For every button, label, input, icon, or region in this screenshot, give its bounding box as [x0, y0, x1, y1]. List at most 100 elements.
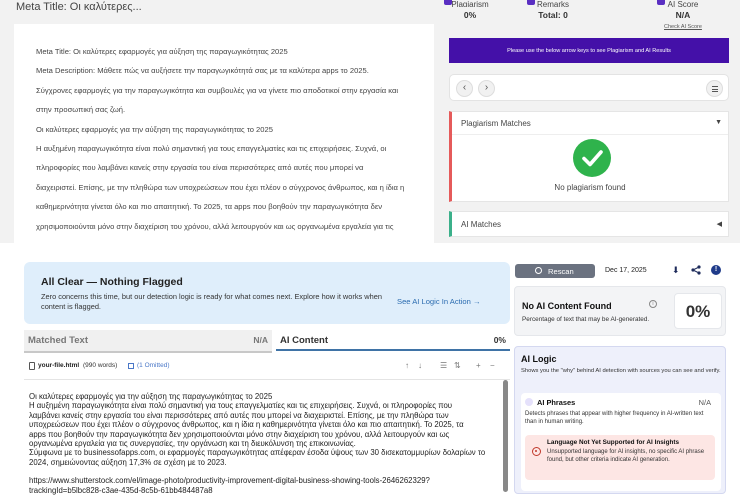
- plagiarism-matches-panel[interactable]: Plagiarism Matches ▼ No plagiarism found: [449, 111, 729, 202]
- tab-ai-content-value: 0%: [493, 335, 506, 345]
- file-icon: [29, 362, 35, 370]
- zoom-out-icon[interactable]: −: [490, 361, 495, 370]
- editor-line: Οι καλύτερες εφαρμογές για την αύξηση τη…: [36, 124, 273, 134]
- screenshot-separator: [0, 243, 740, 255]
- remarks-label: Remarks: [536, 0, 569, 7]
- ai-logic-description: Shows you the "why" behind AI detection …: [521, 368, 721, 374]
- see-ai-logic-link[interactable]: See AI Logic In Action →: [397, 297, 481, 306]
- tab-matched-text-label: Matched Text: [28, 335, 89, 346]
- result-navigation-bar: ‹ ›: [449, 74, 729, 101]
- file-header: your-file.html (990 words) (1 Omitted) ↑…: [24, 360, 510, 376]
- refresh-icon: [535, 267, 542, 274]
- doc-line: λαμβάνει κανείς στην εργασία του είναι π…: [29, 410, 449, 420]
- result-tabs: Matched Text N/A AI Content 0%: [24, 330, 510, 351]
- menu-icon[interactable]: [706, 80, 723, 97]
- editor-line: Σύγχρονες εφαρμογές για την παραγωγικότη…: [36, 85, 399, 95]
- plagiarism-matches-heading: Plagiarism Matches: [461, 119, 531, 128]
- all-clear-title: All Clear — Nothing Flagged: [41, 276, 183, 288]
- scan-date: Dec 17, 2025: [605, 267, 647, 274]
- doc-link-line: https://www.shutterstock.com/el/image-ph…: [29, 476, 430, 486]
- download-icon[interactable]: ⬇: [672, 265, 680, 276]
- ai-phrases-value: N/A: [698, 398, 711, 407]
- sparkle-icon: [525, 398, 533, 406]
- ai-report-sidebar: Rescan Dec 17, 2025 ⬇ ! No AI Content Fo…: [511, 255, 740, 500]
- plagiarism-stat: Plagiarism 0%: [430, 0, 510, 20]
- ai-percentage: 0%: [674, 293, 722, 329]
- arrow-down-icon[interactable]: ↓: [418, 361, 422, 370]
- word-count: (990 words): [83, 362, 118, 369]
- ai-logic-card: AI Logic Shows you the "why" behind AI d…: [514, 346, 726, 494]
- scanned-document-text: Οι καλύτερες εφαρμογές για την αύξηση τη…: [24, 380, 504, 500]
- ai-logic-title: AI Logic: [521, 354, 557, 364]
- all-clear-banner: All Clear — Nothing Flagged Zero concern…: [24, 262, 510, 324]
- no-ai-content-description: Percentage of text that may be AI-genera…: [522, 316, 650, 323]
- ai-phrases-description: Detects phrases that appear with higher …: [525, 411, 704, 425]
- rescan-button[interactable]: Rescan: [515, 264, 595, 278]
- ai-score-value: N/A: [675, 10, 691, 20]
- caret-down-icon[interactable]: ▼: [715, 119, 722, 126]
- doc-line: Σύμφωνα με το businessofapps.com, οι εφα…: [29, 448, 486, 458]
- doc-line: υποχρεώσεων που έχει πλέον ο σύγχρονος ά…: [29, 420, 464, 430]
- ai-phrases-card[interactable]: AI Phrases N/A Detects phrases that appe…: [521, 393, 721, 491]
- instruction-banner: Please use the below arrow keys to see P…: [449, 38, 729, 63]
- warning-icon: [532, 447, 541, 456]
- no-ai-content-title: No AI Content Found: [522, 301, 612, 311]
- doc-line: apps που βοηθούν την παραγωγικότητα δεν …: [29, 429, 450, 439]
- prev-arrow-button[interactable]: ‹: [456, 80, 473, 97]
- doc-line: Οι καλύτερες εφαρμογές για την αύξηση τη…: [29, 392, 273, 401]
- omitted-icon: [128, 363, 134, 369]
- ai-matches-panel[interactable]: AI Matches ◀: [449, 211, 729, 237]
- meta-title-header: Meta Title: Οι καλύτερες...: [16, 1, 142, 13]
- remarks-stat: Remarks Total: 0: [513, 0, 593, 20]
- no-ai-content-card: No AI Content Found i Percentage of text…: [514, 286, 726, 336]
- list-icon[interactable]: ☰: [440, 361, 447, 370]
- all-clear-description: Zero concerns this time, but our detecti…: [41, 292, 382, 311]
- doc-line: 2024, σημειώνοντας αύξηση 17,3% σε σχέση…: [29, 457, 227, 467]
- editor-line: Meta Description: Μάθετε πώς να αυξήσετε…: [36, 66, 369, 76]
- remarks-value: Total: 0: [538, 10, 568, 20]
- info-icon[interactable]: i: [649, 300, 657, 308]
- divider: [452, 134, 728, 135]
- plagiarism-label: Plagiarism: [451, 0, 489, 7]
- caret-left-icon[interactable]: ◀: [717, 220, 722, 228]
- info-icon[interactable]: !: [711, 265, 721, 275]
- warning-title: Language Not Yet Supported for AI Insigh…: [547, 439, 680, 446]
- tab-matched-text-value: N/A: [253, 335, 268, 345]
- ai-score-stat: AI Score N/A: [643, 0, 723, 20]
- editor-line: χρησιμοποιούνται μόνο στην διαχείριση το…: [36, 221, 394, 231]
- zoom-in-icon[interactable]: +: [476, 361, 481, 370]
- check-icon: [573, 139, 611, 177]
- doc-line: οργανωμένα εργαλεία για τις συνεργασίες,…: [29, 439, 356, 449]
- check-ai-score-link[interactable]: Check AI Score: [664, 24, 702, 30]
- doc-link-line: trackingId=b5lbc828-c3ae-435d-8c5b-61bb4…: [29, 485, 213, 495]
- no-plagiarism-message: No plagiarism found: [554, 183, 626, 192]
- tab-ai-content-label: AI Content: [280, 335, 329, 346]
- tab-matched-text[interactable]: Matched Text N/A: [24, 330, 272, 351]
- editor-line: Meta Title: Οι καλύτερες εφαρμογές για α…: [36, 47, 288, 56]
- sort-icon[interactable]: ⇅: [454, 361, 461, 370]
- editor-line: στην προσωπική σας ζωή.: [36, 105, 126, 115]
- ai-matches-heading: AI Matches: [461, 220, 502, 229]
- tab-underline: [24, 351, 272, 353]
- share-icon[interactable]: [691, 265, 701, 277]
- arrow-up-icon[interactable]: ↑: [405, 361, 409, 370]
- remarks-icon: [527, 0, 535, 5]
- plagiarism-value: 0%: [463, 10, 477, 20]
- editor-line: διαχειριστεί. Επίσης, με την πληθώρα των…: [36, 182, 405, 192]
- rescan-label: Rescan: [548, 267, 574, 276]
- scrollbar[interactable]: [503, 380, 508, 492]
- doc-line: Η αυξημένη παραγωγικότητα είναι πολύ σημ…: [29, 401, 453, 411]
- ai-phrases-title: AI Phrases: [537, 398, 576, 407]
- tab-ai-content[interactable]: AI Content 0%: [276, 330, 510, 351]
- editor-line: Η αυξημένη παραγωγικότητα είναι πολύ σημ…: [36, 144, 387, 154]
- warning-description: Unsupported language for AI insights, no…: [547, 449, 705, 463]
- omitted-count-link[interactable]: (1 Omitted): [137, 362, 170, 369]
- plagiarism-icon: [444, 0, 452, 5]
- top-report-panel: Meta Title: Οι καλύτερες... Meta Title: …: [0, 0, 740, 243]
- editor-line: καθημερινότητα γίνεται όλο και πιο απαιτ…: [36, 202, 383, 212]
- ai-score-label: AI Score: [667, 0, 699, 7]
- next-arrow-button[interactable]: ›: [478, 80, 495, 97]
- file-name: your-file.html: [38, 362, 80, 369]
- document-editor[interactable]: Meta Title: Οι καλύτερες εφαρμογές για α…: [14, 24, 434, 243]
- editor-line: πληροφορίες που λαμβάνει κανείς στην εργ…: [36, 163, 364, 173]
